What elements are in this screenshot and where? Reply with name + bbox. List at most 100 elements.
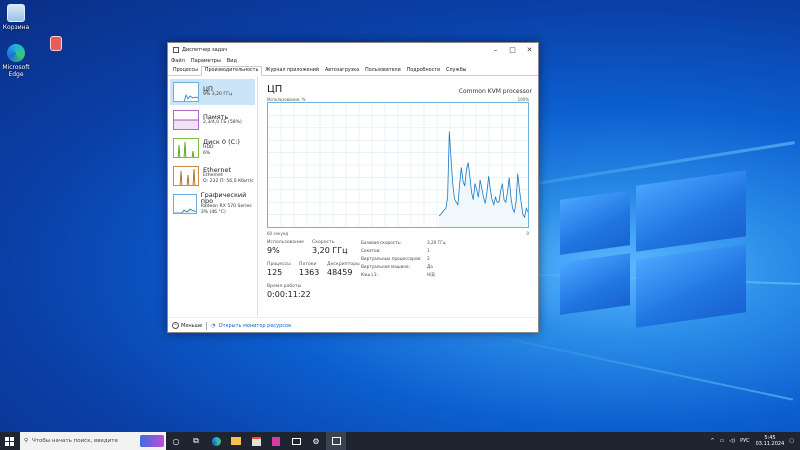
- threads-value: 1363: [299, 268, 320, 277]
- recycle-bin-icon: [7, 4, 25, 22]
- desktop-icon-recycle-bin[interactable]: Корзина: [0, 4, 36, 31]
- edge-taskbar-icon[interactable]: [206, 432, 226, 450]
- search-box[interactable]: ⚲ Чтобы начать поиск, введите: [20, 432, 166, 450]
- sidebar-item-memory[interactable]: Память 2,3/4,0 ГБ (58%): [170, 107, 255, 133]
- l1-cache-key: Кэш L1:: [361, 272, 378, 277]
- ethernet-thumbnail: [173, 166, 199, 186]
- usage-label: Использование: [267, 240, 305, 245]
- tab-app-history[interactable]: Журнал приложений: [262, 67, 322, 75]
- network-icon[interactable]: ▭: [720, 438, 725, 444]
- app-pink-icon[interactable]: [266, 432, 286, 450]
- logo-pane: [636, 170, 746, 252]
- page-title: ЦП: [267, 84, 283, 95]
- base-speed-key: Базовая скорость:: [361, 240, 402, 245]
- handles-value: 48459: [327, 268, 353, 277]
- notifications-icon[interactable]: ▢: [789, 438, 794, 444]
- processes-label: Процессы: [267, 262, 291, 267]
- clock-date: 03.11.2024: [755, 441, 785, 447]
- language-indicator[interactable]: РУС: [740, 438, 750, 444]
- clock[interactable]: 5:45 03.11.2024: [756, 435, 785, 447]
- edge-icon: [7, 44, 25, 62]
- volume-icon[interactable]: ◁): [729, 438, 735, 444]
- uptime-value: 0:00:11:22: [267, 290, 311, 299]
- task-view-icon[interactable]: ⧉: [186, 432, 206, 450]
- store-icon[interactable]: [246, 432, 266, 450]
- sidebar-item-detail: 2,3/4,0 ГБ (58%): [203, 120, 242, 125]
- app-mail-icon[interactable]: [286, 432, 306, 450]
- chevron-up-icon[interactable]: ^: [172, 322, 179, 329]
- search-placeholder: Чтобы начать поиск, введите: [32, 438, 118, 444]
- start-button[interactable]: [0, 432, 18, 450]
- system-tray: ^ ▭ ◁) РУС 5:45 03.11.2024 ▢: [705, 435, 800, 447]
- desktop-icon-edge[interactable]: Microsoft Edge: [0, 44, 36, 78]
- base-speed-value: 3,20 ГГц: [427, 240, 446, 245]
- vcpu-value: 2: [427, 256, 430, 261]
- task-manager-window[interactable]: Диспетчер задач – □ ✕ Файл Параметры Вид…: [167, 42, 539, 333]
- resource-list: ЦП 9% 3,20 ГГц Память 2,3/4,0 ГБ (58%) Дис…: [168, 77, 258, 316]
- menu-bar: Файл Параметры Вид: [168, 56, 538, 66]
- task-manager-taskbar-icon[interactable]: [326, 432, 346, 450]
- tab-details[interactable]: Подробности: [404, 67, 443, 75]
- windows-logo-icon: [4, 436, 14, 446]
- resource-monitor-icon: ◔: [211, 322, 216, 329]
- cpu-usage-graph: [267, 102, 529, 228]
- window-title: Диспетчер задач: [182, 46, 228, 53]
- desktop-icon-file[interactable]: [36, 36, 76, 53]
- tab-startup[interactable]: Автозагрузка: [322, 67, 362, 75]
- open-resource-monitor-link[interactable]: Открыть монитор ресурсов: [219, 323, 291, 329]
- menu-options[interactable]: Параметры: [191, 58, 221, 64]
- sockets-value: 1: [427, 248, 430, 253]
- file-icon: [50, 36, 62, 51]
- processes-value: 125: [267, 268, 283, 277]
- tab-performance[interactable]: Производительность: [200, 66, 263, 76]
- title-bar[interactable]: Диспетчер задач – □ ✕: [168, 43, 538, 56]
- sockets-key: Сокетов:: [361, 248, 381, 253]
- cpu-usage-chart: [268, 103, 529, 227]
- sidebar-item-disk[interactable]: Диск 0 (C:) HDD 6%: [170, 135, 255, 161]
- light-beam: [469, 330, 793, 401]
- task-manager-icon: [173, 46, 179, 53]
- menu-file[interactable]: Файл: [171, 58, 185, 64]
- sidebar-item-ethernet[interactable]: Ethernet Ethernet О: 232 П: 56,0 Кбит/с: [170, 163, 255, 189]
- window-footer: ^ Меньше ◔ Открыть монитор ресурсов: [168, 317, 538, 333]
- handles-label: Дескрипторы: [327, 262, 360, 267]
- settings-gear-icon[interactable]: ⚙: [306, 432, 326, 450]
- cpu-stats: Использование 9% Скорость 3,20 ГГц Процесс…: [267, 240, 537, 320]
- uptime-label: Время работы: [267, 284, 302, 289]
- menu-view[interactable]: Вид: [227, 58, 237, 64]
- tab-users[interactable]: Пользователи: [362, 67, 404, 75]
- vm-value: Да: [427, 264, 433, 269]
- tab-strip: Процессы Производительность Журнал прило…: [168, 66, 538, 76]
- cpu-model: Common KVM processor: [458, 88, 532, 95]
- sidebar-item-detail: 3% (46 °C): [200, 210, 226, 215]
- close-button[interactable]: ✕: [521, 46, 538, 54]
- sidebar-item-detail: О: 232 П: 56,0 Кбит/с: [203, 179, 254, 184]
- sidebar-item-detail: 9% 3,20 ГГц: [203, 92, 233, 97]
- tab-services[interactable]: Службы: [443, 67, 469, 75]
- vcpu-key: Виртуальных процессоров:: [361, 256, 422, 261]
- usage-value: 9%: [267, 246, 280, 255]
- file-explorer-icon[interactable]: [226, 432, 246, 450]
- speed-value: 3,20 ГГц: [312, 246, 348, 255]
- sidebar-item-label: Графический про: [200, 191, 247, 205]
- l1-cache-value: Н/Д: [427, 272, 435, 277]
- sidebar-item-detail: 6%: [203, 151, 211, 156]
- cortana-icon[interactable]: ○: [166, 432, 186, 450]
- search-icon: ⚲: [24, 438, 29, 444]
- graph-x-label: 60 секунд: [267, 231, 289, 236]
- chevron-up-tray-icon[interactable]: ^: [710, 438, 714, 444]
- divider: [206, 321, 208, 330]
- minimize-button[interactable]: –: [487, 46, 504, 54]
- tab-processes[interactable]: Процессы: [170, 67, 201, 75]
- sidebar-item-gpu[interactable]: Графический про Radeon RX 570 Series 3% (4…: [170, 191, 255, 217]
- cpu-thumbnail: [173, 82, 199, 102]
- performance-content: ЦП 9% 3,20 ГГц Память 2,3/4,0 ГБ (58%) Дис…: [168, 77, 538, 316]
- logo-pane: [560, 190, 630, 255]
- sidebar-item-cpu[interactable]: ЦП 9% 3,20 ГГц: [170, 79, 255, 105]
- maximize-button[interactable]: □: [504, 46, 521, 54]
- fewer-details-button[interactable]: Меньше: [181, 323, 202, 329]
- taskbar: ⚲ Чтобы начать поиск, введите ○ ⧉ ⚙ ^ ▭ …: [0, 432, 800, 450]
- gpu-thumbnail: [173, 194, 197, 214]
- logo-pane: [636, 244, 746, 328]
- graph-x-min: 0: [526, 231, 529, 236]
